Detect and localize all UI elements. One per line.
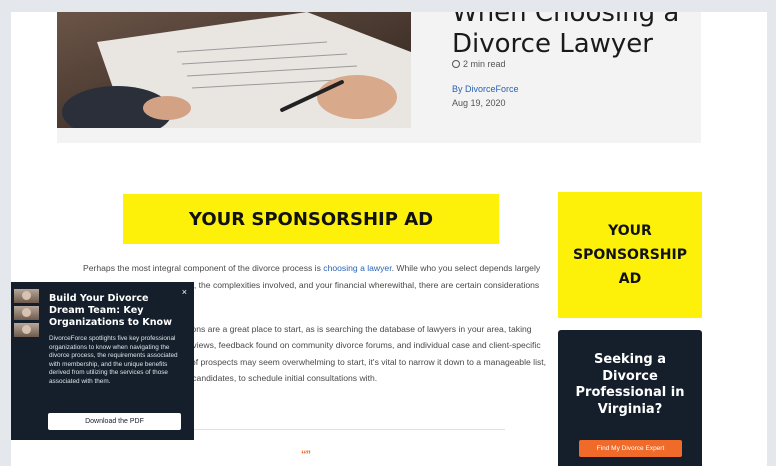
read-time-label: 2 min read: [463, 59, 506, 69]
hero-image: [57, 12, 411, 128]
clock-icon: [452, 60, 460, 68]
download-pdf-button[interactable]: Download the PDF: [48, 413, 181, 430]
sponsorship-ad-sidebar-text: YOUR SPONSORSHIP AD: [573, 223, 687, 287]
read-time: 2 min read: [452, 59, 506, 69]
article-title: When Choosing a Divorce Lawyer: [452, 12, 712, 60]
find-divorce-expert-button[interactable]: Find My Divorce Expert: [579, 440, 682, 457]
team-photo: [14, 323, 39, 337]
publish-date: Aug 19, 2020: [452, 98, 506, 108]
find-expert-card: Seeking a Divorce Professional in Virgin…: [558, 330, 702, 466]
popup-team-photos: [14, 289, 39, 337]
quote-icon: “”: [301, 449, 311, 461]
sponsorship-ad-banner-text: YOUR SPONSORSHIP AD: [188, 208, 434, 230]
hero-photo-illustration: [57, 12, 411, 128]
popup-title: Build Your Divorce Dream Team: Key Organ…: [49, 293, 172, 328]
find-expert-heading: Seeking a Divorce Professional in Virgin…: [575, 352, 685, 417]
choosing-a-lawyer-link[interactable]: choosing a lawyer: [323, 263, 391, 273]
divider: [145, 429, 505, 430]
popup-description: DivorceForce spotlights five key profess…: [49, 335, 178, 385]
team-photo: [14, 289, 39, 303]
article-title-line-top: When Choosing a: [452, 12, 680, 28]
author-link[interactable]: By DivorceForce: [452, 84, 519, 94]
sponsorship-ad-banner[interactable]: YOUR SPONSORSHIP AD: [123, 194, 499, 244]
sponsorship-ad-sidebar[interactable]: YOUR SPONSORSHIP AD: [558, 192, 702, 318]
paragraph-text: Perhaps the most integral component of t…: [83, 263, 324, 273]
article-title-line-main: Divorce Lawyer: [452, 29, 653, 59]
team-photo: [14, 306, 39, 320]
pdf-popup: × Build Your Divorce Dream Team: Key Org…: [11, 282, 194, 440]
close-icon[interactable]: ×: [182, 287, 187, 297]
